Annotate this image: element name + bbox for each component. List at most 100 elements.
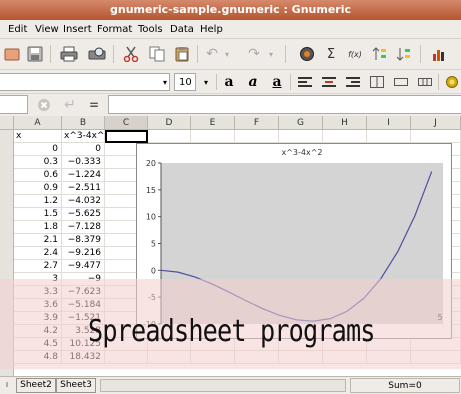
cell-a[interactable]: 4.8 bbox=[14, 351, 62, 364]
cell-b[interactable]: −8.379 bbox=[62, 234, 105, 247]
font-size-dropdown-icon[interactable]: ▾ bbox=[200, 73, 212, 91]
cell-a[interactable]: 2.7 bbox=[14, 260, 62, 273]
accept-icon[interactable]: ↵ bbox=[60, 96, 80, 114]
column-header[interactable]: H bbox=[323, 116, 367, 130]
cell-b[interactable]: −7.623 bbox=[62, 286, 105, 299]
cell-empty[interactable] bbox=[279, 130, 323, 143]
cell-empty[interactable] bbox=[191, 130, 235, 143]
cell-a[interactable]: 3.6 bbox=[14, 299, 62, 312]
cut-icon[interactable] bbox=[120, 45, 142, 63]
column-header[interactable]: I bbox=[367, 116, 411, 130]
equals-button[interactable]: = bbox=[86, 96, 102, 114]
selected-cell-cursor[interactable] bbox=[105, 130, 148, 143]
print-preview-icon[interactable] bbox=[86, 45, 108, 63]
redo-icon[interactable]: ↷ bbox=[245, 45, 263, 63]
cell-b[interactable]: x^3-4x^2 bbox=[62, 130, 105, 143]
menu-help[interactable]: Help bbox=[198, 20, 225, 39]
chart-icon[interactable] bbox=[430, 45, 448, 63]
column-header[interactable]: A bbox=[14, 116, 62, 130]
cell-a[interactable]: 3.3 bbox=[14, 286, 62, 299]
column-header[interactable]: E bbox=[191, 116, 235, 130]
italic-icon[interactable]: a bbox=[244, 73, 262, 91]
column-header[interactable]: J bbox=[411, 116, 461, 130]
cell-a[interactable]: 0.6 bbox=[14, 169, 62, 182]
sort-descending-icon[interactable] bbox=[395, 45, 413, 63]
cell-empty[interactable] bbox=[105, 351, 148, 364]
cell-a[interactable]: 2.1 bbox=[14, 234, 62, 247]
cell-empty[interactable] bbox=[367, 130, 411, 143]
cell-empty[interactable] bbox=[323, 130, 367, 143]
save-icon[interactable] bbox=[25, 45, 45, 63]
cell-a[interactable]: 0 bbox=[14, 143, 62, 156]
currency-icon[interactable] bbox=[444, 73, 460, 91]
select-all-corner[interactable] bbox=[0, 116, 14, 130]
sum-icon[interactable]: Σ bbox=[322, 45, 340, 63]
sort-ascending-icon[interactable] bbox=[371, 45, 389, 63]
cell-empty[interactable] bbox=[323, 351, 367, 364]
cell-a[interactable]: 0.3 bbox=[14, 156, 62, 169]
cell-a[interactable]: 1.8 bbox=[14, 221, 62, 234]
undo-icon[interactable]: ↶ bbox=[203, 45, 221, 63]
cell-b[interactable]: −2.511 bbox=[62, 182, 105, 195]
sheet-tab-sheet2[interactable]: Sheet2 bbox=[16, 378, 56, 393]
function-icon[interactable]: f(x) bbox=[346, 45, 364, 63]
cell-b[interactable]: −5.184 bbox=[62, 299, 105, 312]
cell-empty[interactable] bbox=[411, 130, 461, 143]
merge-cells-icon[interactable] bbox=[368, 73, 386, 91]
chart-object[interactable]: x^3-4x^2 20 15 10 5 0 -5 -10 5 bbox=[136, 143, 452, 339]
undo-dropdown-icon[interactable]: ▾ bbox=[221, 45, 233, 63]
column-header[interactable]: B bbox=[62, 116, 105, 130]
horizontal-scrollbar[interactable] bbox=[100, 379, 346, 392]
cell-empty[interactable] bbox=[148, 130, 191, 143]
font-name-field[interactable] bbox=[0, 73, 170, 91]
cell-b[interactable]: −5.625 bbox=[62, 208, 105, 221]
cell-empty[interactable] bbox=[148, 351, 191, 364]
cell-a[interactable]: 1.2 bbox=[14, 195, 62, 208]
align-right-icon[interactable] bbox=[344, 73, 362, 91]
menu-edit[interactable]: Edit bbox=[6, 20, 29, 39]
cell-a[interactable]: x bbox=[14, 130, 62, 143]
cell-name-field[interactable] bbox=[0, 95, 28, 114]
font-name-dropdown-icon[interactable]: ▾ bbox=[159, 73, 171, 91]
cell-a[interactable]: 3.9 bbox=[14, 312, 62, 325]
column-header[interactable]: F bbox=[235, 116, 279, 130]
cell-b[interactable]: 0 bbox=[62, 143, 105, 156]
cell-a[interactable]: 4.5 bbox=[14, 338, 62, 351]
bold-icon[interactable]: a bbox=[220, 73, 238, 91]
copy-icon[interactable] bbox=[147, 45, 167, 63]
menu-tools[interactable]: Tools bbox=[136, 20, 165, 39]
cell-b[interactable]: −7.128 bbox=[62, 221, 105, 234]
font-size-field[interactable]: 10 bbox=[174, 73, 196, 91]
cell-b[interactable]: 18.432 bbox=[62, 351, 105, 364]
column-header[interactable]: C bbox=[105, 116, 148, 130]
menu-format[interactable]: Format bbox=[95, 20, 134, 39]
redo-dropdown-icon[interactable]: ▾ bbox=[265, 45, 277, 63]
cell-empty[interactable] bbox=[411, 351, 461, 364]
print-icon[interactable] bbox=[58, 45, 80, 63]
formula-input[interactable] bbox=[108, 95, 461, 114]
menu-insert[interactable]: Insert bbox=[61, 20, 94, 39]
menu-view[interactable]: View bbox=[33, 20, 61, 39]
cell-b[interactable]: −0.333 bbox=[62, 156, 105, 169]
cell-b[interactable]: −4.032 bbox=[62, 195, 105, 208]
hyperlink-icon[interactable] bbox=[298, 45, 316, 63]
column-header[interactable]: G bbox=[279, 116, 323, 130]
unmerge-cells-icon[interactable] bbox=[392, 73, 410, 91]
cell-a[interactable]: 0.9 bbox=[14, 182, 62, 195]
column-header[interactable]: D bbox=[148, 116, 191, 130]
sheet-scroll-left-icon[interactable]: ı bbox=[0, 378, 14, 393]
underline-icon[interactable]: a bbox=[268, 73, 286, 91]
cell-b[interactable]: −9 bbox=[62, 273, 105, 286]
cell-empty[interactable] bbox=[191, 351, 235, 364]
cell-b[interactable]: −9.477 bbox=[62, 260, 105, 273]
new-icon[interactable] bbox=[2, 45, 22, 63]
cell-a[interactable]: 1.5 bbox=[14, 208, 62, 221]
cell-a[interactable]: 3 bbox=[14, 273, 62, 286]
cell-empty[interactable] bbox=[367, 351, 411, 364]
cell-b[interactable]: −9.216 bbox=[62, 247, 105, 260]
borders-icon[interactable] bbox=[416, 73, 434, 91]
cell-empty[interactable] bbox=[279, 351, 323, 364]
align-center-icon[interactable] bbox=[320, 73, 338, 91]
menu-data[interactable]: Data bbox=[168, 20, 196, 39]
align-left-icon[interactable] bbox=[296, 73, 314, 91]
